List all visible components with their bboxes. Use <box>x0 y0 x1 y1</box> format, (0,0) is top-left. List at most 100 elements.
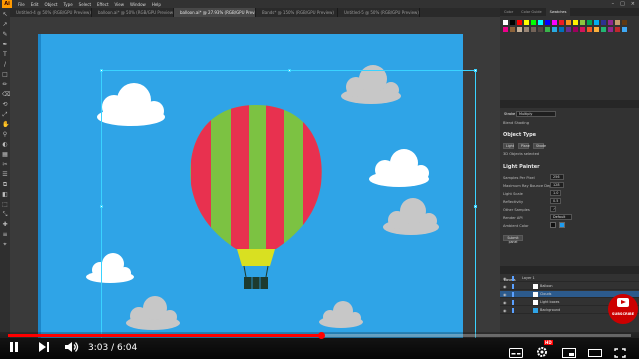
color-swatch[interactable] <box>622 27 627 32</box>
resize-handle[interactable] <box>100 69 103 72</box>
blend-mode-select[interactable]: Multiply <box>516 111 556 117</box>
layer-name[interactable]: Light boxes <box>540 300 559 304</box>
layer-row[interactable]: ◉ Layer 1 <box>500 275 639 282</box>
color-swatch[interactable] <box>510 27 515 32</box>
color-swatch[interactable] <box>608 20 613 25</box>
tool-button[interactable]: ⬚ <box>2 202 8 208</box>
tool-button[interactable]: / <box>2 62 8 68</box>
menu-select[interactable]: Select <box>79 2 91 7</box>
menu-help[interactable]: Help <box>152 2 161 7</box>
menu-type[interactable]: Type <box>63 2 72 7</box>
color-swatch[interactable] <box>517 27 522 32</box>
color-swatch[interactable] <box>608 27 613 32</box>
color-swatch[interactable] <box>566 27 571 32</box>
color-swatch[interactable] <box>531 20 536 25</box>
color-swatch[interactable] <box>559 20 564 25</box>
ambient-color-swatch-dark[interactable] <box>550 222 556 228</box>
color-swatch[interactable] <box>601 20 606 25</box>
tool-button[interactable]: ⤢ <box>2 112 8 118</box>
artboard[interactable] <box>38 34 477 338</box>
color-swatch[interactable] <box>531 27 536 32</box>
tool-button[interactable]: ⌫ <box>2 92 10 98</box>
layer-row[interactable]: ◉ Balloon <box>500 283 639 290</box>
tool-button[interactable]: ✒ <box>2 42 8 48</box>
tool-button[interactable]: ✚ <box>2 222 8 228</box>
close-button[interactable]: × <box>631 1 635 7</box>
color-swatch[interactable] <box>580 27 585 32</box>
document-tab-active[interactable]: balloon.ai* @ 27.93% (RGB/GPU Preview) <box>174 8 256 17</box>
resize-handle[interactable] <box>100 205 103 208</box>
eye-icon[interactable]: ◉ <box>503 284 507 289</box>
render-api-select[interactable]: Default <box>550 214 572 220</box>
volume-button[interactable] <box>64 341 80 356</box>
color-swatch[interactable] <box>587 20 592 25</box>
tool-button[interactable]: ✋ <box>2 122 9 128</box>
color-swatch[interactable] <box>503 20 508 25</box>
color-swatch[interactable] <box>545 27 550 32</box>
color-swatch[interactable] <box>545 20 550 25</box>
color-swatch[interactable] <box>538 27 543 32</box>
theater-mode-button[interactable] <box>588 343 602 357</box>
resize-handle[interactable] <box>288 69 291 72</box>
tool-button[interactable]: ⧉ <box>2 182 8 188</box>
tool-button[interactable]: ⚲ <box>2 132 8 138</box>
document-tab[interactable]: Untitled-4 @ 50% (RGB/GPU Preview) <box>10 8 92 17</box>
document-tab[interactable]: balloon.ai* @ 50% (RGB/GPU Preview) <box>92 8 174 17</box>
tool-button[interactable]: ≡ <box>2 232 8 238</box>
layer-name[interactable]: Layer 1 <box>522 276 535 280</box>
document-tab[interactable]: Untitled-5 @ 50% (RGB/GPU Preview) <box>338 8 420 17</box>
tool-button[interactable]: ✎ <box>2 32 8 38</box>
tool-button[interactable]: ▦ <box>2 152 8 158</box>
color-swatch[interactable] <box>594 20 599 25</box>
light-scale-field[interactable]: 1.0 <box>550 190 561 196</box>
reflectivity-field[interactable]: 0.5 <box>550 198 561 204</box>
tab-color[interactable]: Color <box>500 8 517 16</box>
menu-effect[interactable]: Effect <box>97 2 109 7</box>
progress-bar[interactable] <box>8 332 631 339</box>
menu-file[interactable]: File <box>18 2 25 7</box>
object-type-shade-button[interactable]: Shade <box>533 143 546 149</box>
menu-view[interactable]: View <box>115 2 125 7</box>
fullscreen-button[interactable] <box>614 343 628 358</box>
ray-bounce-depth-field[interactable]: 128 <box>550 182 564 188</box>
scrubber-handle[interactable] <box>318 332 326 339</box>
tool-button[interactable]: ✂ <box>2 162 8 168</box>
color-swatch[interactable] <box>566 20 571 25</box>
tool-button[interactable]: ◧ <box>2 192 8 198</box>
color-swatch[interactable] <box>524 27 529 32</box>
tab-color-guide[interactable]: Color Guide <box>517 8 546 16</box>
other-samples-checkbox[interactable]: ✓ <box>550 206 556 212</box>
selection-bounding-box[interactable] <box>100 69 477 338</box>
resize-handle[interactable] <box>474 69 477 72</box>
pause-button[interactable] <box>9 341 19 356</box>
tab-swatches[interactable]: Swatches <box>545 8 571 16</box>
canvas-area[interactable] <box>10 17 500 338</box>
tool-button[interactable]: ⌖ <box>2 242 8 248</box>
tool-button[interactable]: □ <box>2 72 8 78</box>
color-swatch[interactable] <box>552 20 557 25</box>
color-swatch[interactable] <box>559 27 564 32</box>
color-swatch[interactable] <box>573 27 578 32</box>
maximize-button[interactable]: □ <box>620 1 625 7</box>
eye-icon[interactable]: ◉ <box>503 300 507 305</box>
eye-icon[interactable]: ◉ <box>503 292 507 297</box>
color-swatch[interactable] <box>524 20 529 25</box>
color-swatch[interactable] <box>594 27 599 32</box>
color-swatch[interactable] <box>601 27 606 32</box>
tool-button[interactable]: ⤡ <box>2 212 8 218</box>
ambient-color-swatch-blue[interactable] <box>559 222 565 228</box>
color-swatch[interactable] <box>517 20 522 25</box>
color-swatch[interactable] <box>573 20 578 25</box>
document-tab[interactable]: Bands* @ 150% (RGB/GPU Preview) <box>256 8 338 17</box>
tool-button[interactable]: ☰ <box>2 172 8 178</box>
eye-icon[interactable]: ◉ <box>503 308 507 313</box>
samples-per-pixel-field[interactable]: 256 <box>550 174 564 180</box>
menu-window[interactable]: Window <box>130 2 146 7</box>
tool-button[interactable]: ✏ <box>2 82 8 88</box>
layer-name[interactable]: Clouds <box>540 292 551 296</box>
color-swatch[interactable] <box>552 27 557 32</box>
menu-object[interactable]: Object <box>44 2 57 7</box>
color-swatch[interactable] <box>538 20 543 25</box>
object-type-light-button[interactable]: Light <box>503 143 514 149</box>
color-swatch[interactable] <box>587 27 592 32</box>
